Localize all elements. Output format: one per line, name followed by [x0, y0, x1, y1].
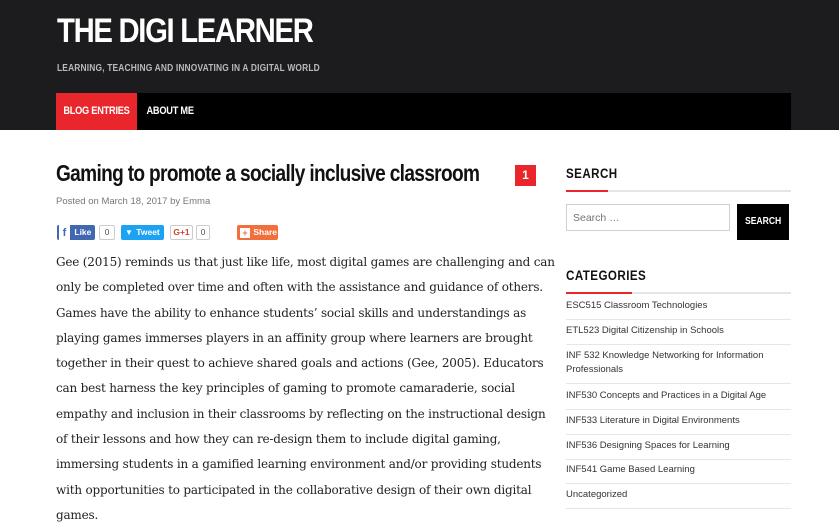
twitter-icon: ▼ [125, 228, 133, 237]
nav-item-about-me[interactable]: ABOUT ME [139, 93, 201, 130]
share-label: Share [253, 227, 277, 237]
nav-item-label: ABOUT ME [146, 105, 194, 117]
facebook-like-button[interactable]: f Like [57, 225, 95, 240]
category-link[interactable]: ESC515 Classroom Technologies [566, 299, 791, 320]
category-link[interactable]: ETL523 Digital Citizenship in Schools [566, 324, 791, 345]
site-tagline: LEARNING, TEACHING AND INNOVATING IN A D… [57, 63, 320, 74]
body-line: together in their quest to achieve share… [56, 356, 544, 371]
post-body: Gee (2015) reminds us that just like lif… [56, 250, 555, 528]
search-input[interactable] [566, 204, 730, 231]
comment-count-badge[interactable]: 1 [515, 165, 536, 186]
body-line: games. [56, 507, 99, 522]
search-widget-rule [566, 190, 791, 192]
google-plus-count: 0 [196, 225, 210, 240]
body-line: Gee (2015) reminds us that just like lif… [56, 255, 555, 269]
categories-widget-rule [566, 292, 791, 294]
search-button-label: SEARCH [744, 216, 782, 227]
meta-by: by [170, 196, 181, 207]
category-link[interactable]: Uncategorized [566, 488, 791, 509]
meta-prefix: Posted on [56, 196, 99, 207]
post-date-link[interactable]: March 18, 2017 [101, 196, 167, 207]
body-line: empathy and inclusion in their classroom… [56, 406, 546, 421]
google-plus-label: G+1 [173, 227, 190, 237]
tweet-button[interactable]: ▼ Tweet [121, 225, 164, 240]
category-link[interactable]: INF541 Game Based Learning [566, 463, 791, 484]
body-line: Games have the ability to enhance studen… [56, 305, 527, 320]
category-link[interactable]: INF530 Concepts and Practices in a Digit… [566, 389, 791, 410]
post-meta: Posted on March 18, 2017 by Emma [56, 196, 210, 207]
categories-widget-title: CATEGORIES [566, 268, 647, 283]
site-header: THE DIGI LEARNER LEARNING, TEACHING AND … [0, 0, 839, 130]
body-line: of their lessons and how they can re-des… [56, 432, 501, 447]
share-plus-icon: + [240, 227, 250, 238]
category-link[interactable]: INF533 Literature in Digital Environment… [566, 414, 791, 435]
tweet-label: Tweet [136, 227, 160, 237]
share-button[interactable]: + Share [237, 225, 278, 240]
nav-item-label: BLOG ENTRIES [63, 105, 130, 117]
site-title[interactable]: THE DIGI LEARNER [57, 12, 314, 51]
body-line: playing games immerses players in an aff… [56, 330, 533, 345]
body-line: immersing students in a gamified learnin… [56, 457, 542, 472]
facebook-like-count: 0 [99, 225, 115, 240]
google-plus-button[interactable]: G+1 [170, 225, 193, 240]
facebook-icon: f [59, 225, 70, 240]
body-line: only be completed over time and often wi… [56, 280, 543, 295]
post-author-link[interactable]: Emma [183, 196, 210, 207]
category-link[interactable]: INF536 Designing Spaces for Learning [566, 439, 791, 460]
search-widget-title: SEARCH [566, 166, 618, 181]
nav-item-blog-entries[interactable]: BLOG ENTRIES [56, 93, 137, 130]
facebook-like-label: Like [74, 227, 92, 237]
post-title[interactable]: Gaming to promote a socially inclusive c… [56, 160, 480, 187]
body-line: can best harness the key principles of g… [56, 381, 515, 396]
main-nav: BLOG ENTRIES ABOUT ME [56, 93, 791, 130]
search-button[interactable]: SEARCH [737, 204, 789, 240]
category-link[interactable]: INF 532 Knowledge Networking for Informa… [566, 349, 791, 384]
body-line: with opportunities to participated in th… [56, 482, 532, 497]
